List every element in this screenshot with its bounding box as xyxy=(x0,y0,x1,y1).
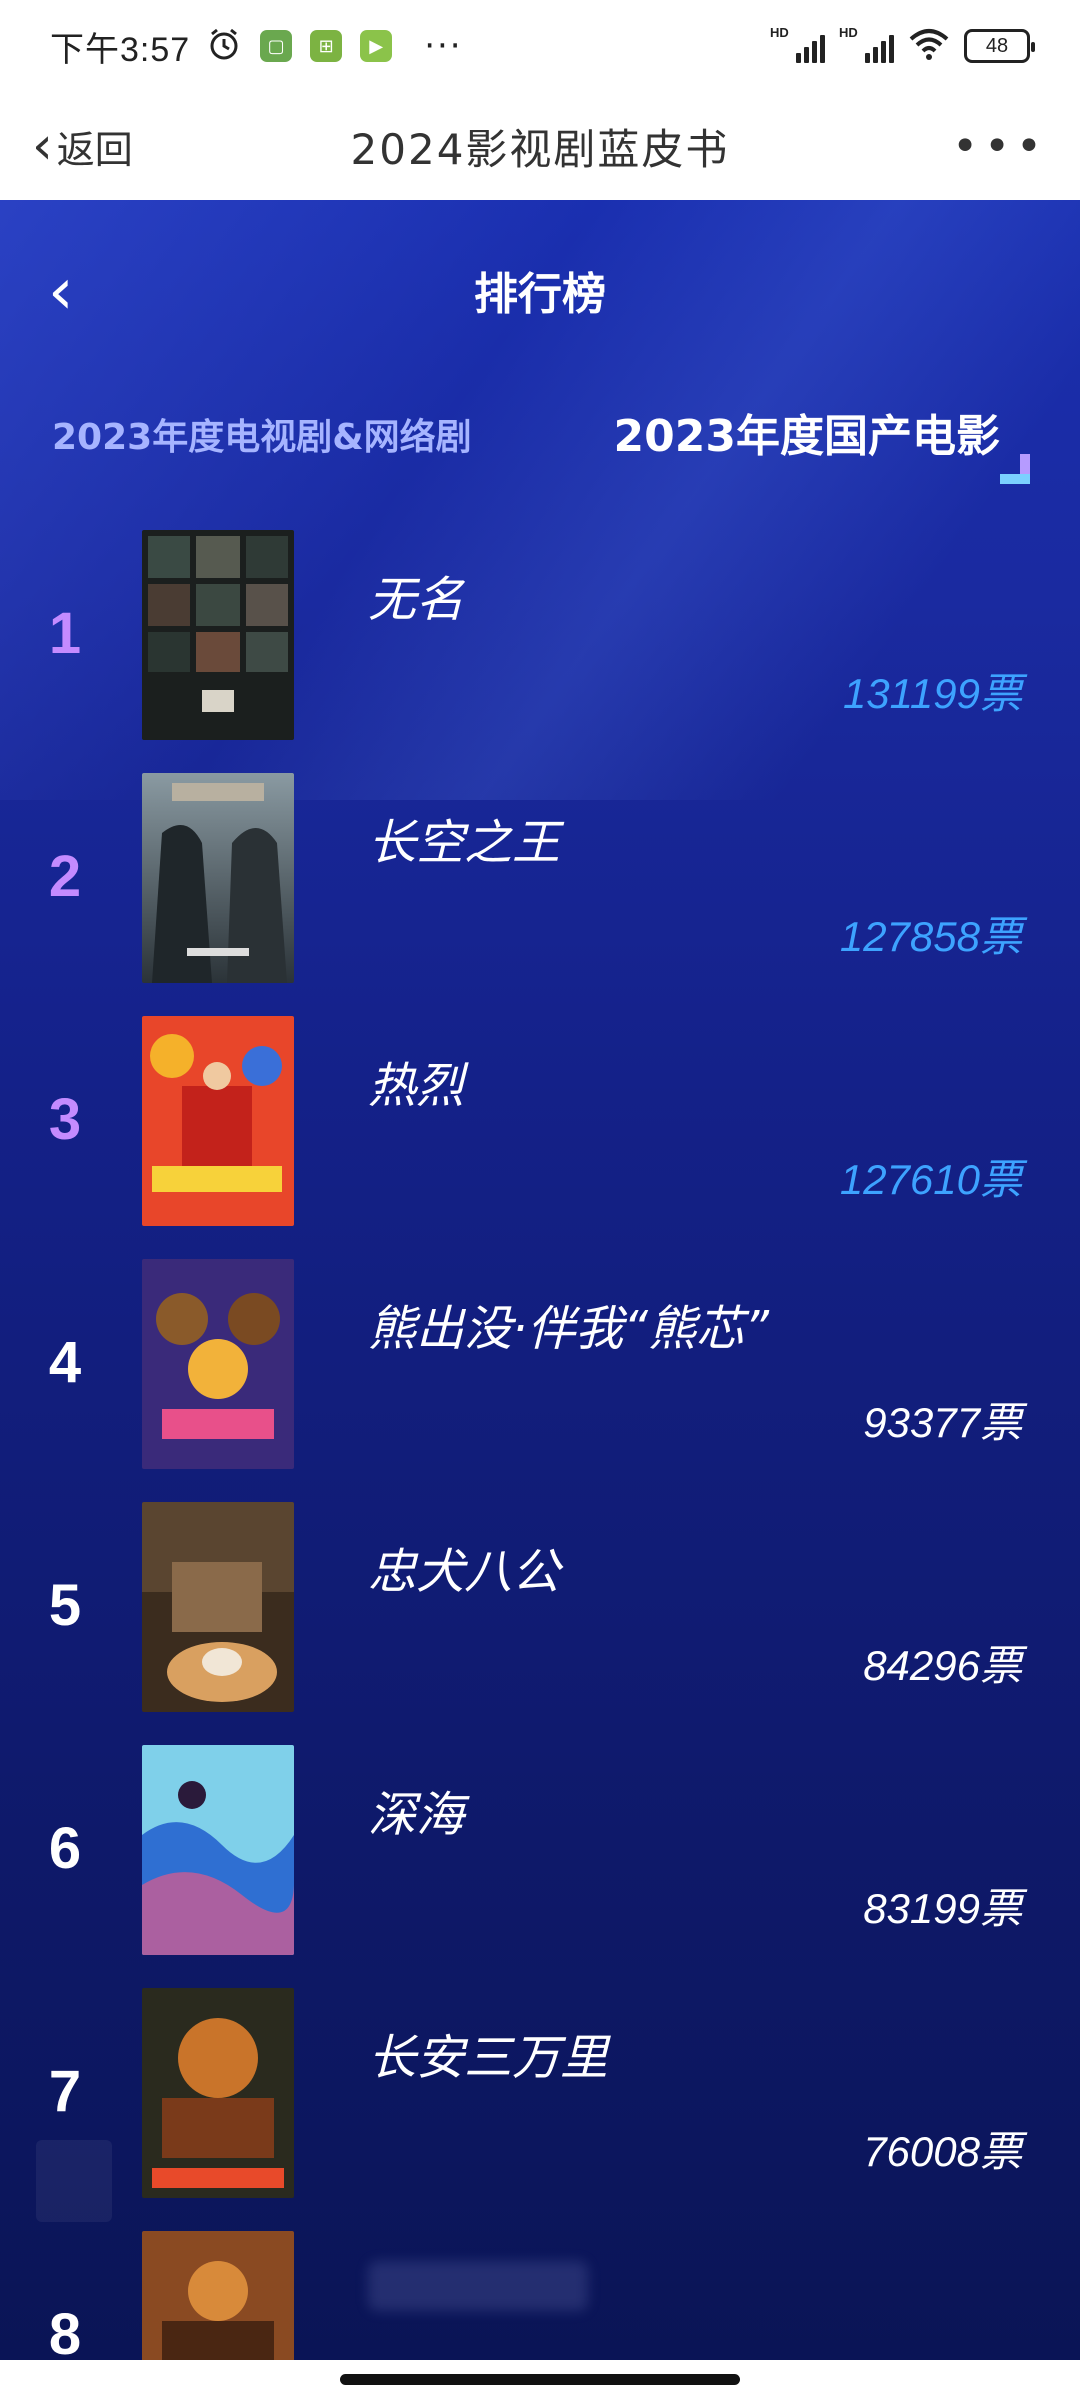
page-title: 2024影视剧蓝皮书 xyxy=(350,124,730,174)
tab-tv-series[interactable]: 2023年度电视剧&网络剧 xyxy=(52,408,472,460)
app-notification-icon: ▢ xyxy=(260,30,293,62)
ranking-title: 排行榜 xyxy=(474,269,606,320)
app-navbar: ‹ 返回 2024影视剧蓝皮书 ••• xyxy=(0,92,1080,200)
active-tab-indicator xyxy=(1000,454,1030,484)
movie-poster[interactable] xyxy=(142,1016,294,1226)
movie-title: 长安三万里 xyxy=(368,2030,609,2086)
status-time: 下午3:57 xyxy=(50,30,191,69)
rank-number: 5 xyxy=(48,1573,82,1638)
list-item[interactable]: 6 深海 83199票 xyxy=(0,1735,1080,1978)
movie-poster[interactable] xyxy=(142,530,294,740)
list-item[interactable]: 5 忠犬八公 84296票 xyxy=(0,1492,1080,1735)
category-tabs: 2023年度电视剧&网络剧 2023年度国产电影 xyxy=(0,378,1080,488)
movie-poster[interactable] xyxy=(142,1745,294,1955)
signal-icon-2: HD xyxy=(839,25,894,63)
movie-poster[interactable] xyxy=(142,1259,294,1469)
video-app-icon: ▶ xyxy=(360,30,393,62)
signal-icon: HD xyxy=(770,25,825,63)
list-item[interactable]: 7 长安三万里 76008票 xyxy=(0,1978,1080,2221)
gesture-bar xyxy=(0,2360,1080,2400)
chevron-left-icon: ‹ xyxy=(32,116,53,176)
floating-overlay xyxy=(36,2140,112,2222)
rank-number: 1 xyxy=(48,601,82,666)
more-notifications-icon: ··· xyxy=(424,26,463,66)
rank-number: 3 xyxy=(48,1087,82,1152)
rank-number: 8 xyxy=(48,2302,82,2367)
ranking-list: 1 无名 131199票 2 长空之王 127858票 3 热烈 127610票… xyxy=(0,520,1080,2400)
vote-count: 84296票 xyxy=(863,1642,1022,1689)
alarm-icon xyxy=(206,26,242,66)
back-button[interactable]: ‹ 返回 xyxy=(32,119,133,174)
vote-count: 127610票 xyxy=(839,1156,1022,1203)
list-item[interactable]: 4 熊出没·伴我“熊芯” 93377票 xyxy=(0,1249,1080,1492)
movie-title: 热烈 xyxy=(368,1058,465,1114)
movie-poster[interactable] xyxy=(142,773,294,983)
chevron-left-icon[interactable]: ‹ xyxy=(48,260,74,324)
rank-number: 2 xyxy=(48,844,82,909)
shopping-app-icon: ⊞ xyxy=(310,30,343,62)
rank-number: 7 xyxy=(48,2059,82,2124)
blurred-title-placeholder xyxy=(368,2261,588,2311)
movie-title: 忠犬八公 xyxy=(368,1544,561,1600)
vote-count: 83199票 xyxy=(863,1885,1022,1932)
movie-poster[interactable] xyxy=(142,1988,294,2198)
battery-icon: 48 xyxy=(964,29,1035,63)
rank-number: 4 xyxy=(48,1330,82,1395)
rank-number: 6 xyxy=(48,1816,82,1881)
movie-poster[interactable] xyxy=(142,1502,294,1712)
movie-title: 深海 xyxy=(368,1787,465,1843)
tab-domestic-films[interactable]: 2023年度国产电影 xyxy=(614,400,1000,464)
list-item[interactable]: 1 无名 131199票 xyxy=(0,520,1080,763)
vote-count: 76008票 xyxy=(863,2128,1022,2175)
vote-count: 131199票 xyxy=(842,670,1022,717)
movie-title: 熊出没·伴我“熊芯” xyxy=(368,1301,769,1357)
list-item[interactable]: 3 热烈 127610票 xyxy=(0,1006,1080,1249)
home-indicator[interactable] xyxy=(340,2374,740,2385)
back-label: 返回 xyxy=(56,127,133,172)
battery-level: 48 xyxy=(985,34,1009,57)
more-menu-button[interactable]: ••• xyxy=(952,121,1048,172)
vote-count: 93377票 xyxy=(863,1399,1022,1446)
vote-count: 127858票 xyxy=(839,913,1022,960)
movie-title: 无名 xyxy=(368,572,465,628)
wifi-icon xyxy=(908,27,950,65)
ranking-header: ‹ 排行榜 xyxy=(0,200,1080,380)
movie-title: 长空之王 xyxy=(368,815,561,871)
list-item[interactable]: 2 长空之王 127858票 xyxy=(0,763,1080,1006)
ranking-content: ‹ 排行榜 2023年度电视剧&网络剧 2023年度国产电影 1 无名 1311… xyxy=(0,200,1080,2400)
status-bar: 下午3:57 ▢ ⊞ ▶ ··· HD HD 48 xyxy=(0,0,1080,92)
